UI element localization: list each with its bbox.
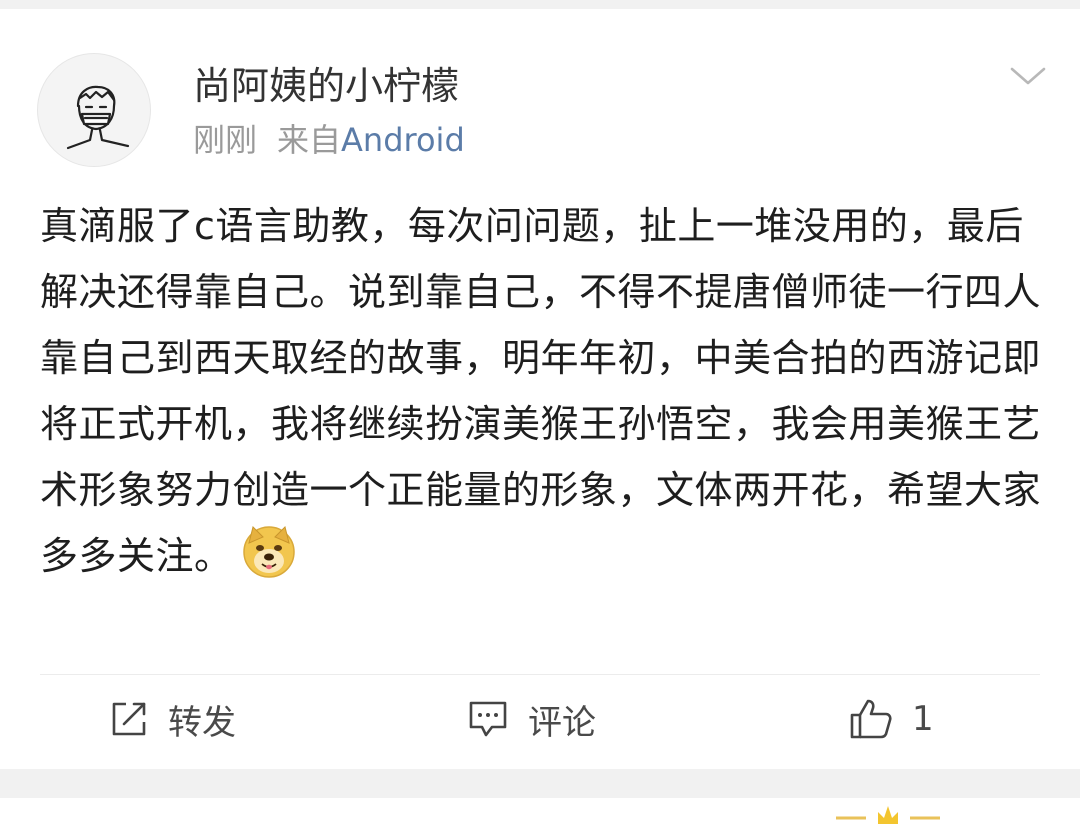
avatar-sketch-icon: [66, 85, 130, 150]
comment-icon: [469, 701, 507, 737]
repost-label: 转发: [168, 702, 236, 743]
next-post-card: [0, 798, 1080, 826]
comment-button[interactable]: 评论: [466, 695, 596, 743]
source-device[interactable]: Android: [341, 121, 465, 159]
post-meta: 刚刚 来自Android: [193, 120, 465, 160]
crown-badge-icon: [836, 806, 940, 824]
source-prefix: 来自: [277, 121, 342, 159]
post-time: 刚刚: [193, 121, 258, 159]
post-body: 真滴服了c语言助教，每次问问题，扯上一堆没用的，最后解决还得靠自己。说到靠自己，…: [40, 204, 1042, 578]
repost-icon: [112, 702, 146, 736]
chevron-down-icon[interactable]: [1006, 61, 1050, 91]
like-count: 1: [912, 699, 934, 739]
like-button[interactable]: 1: [848, 695, 934, 743]
username[interactable]: 尚阿姨的小柠檬: [193, 63, 459, 109]
post-card: 尚阿姨的小柠檬 刚刚 来自Android 真滴服了c语言助教，每次问问题，扯上一堆…: [0, 9, 1080, 769]
avatar[interactable]: [37, 53, 151, 167]
repost-button[interactable]: 转发: [108, 695, 236, 743]
post-text: 真滴服了c语言助教，每次问问题，扯上一堆没用的，最后解决还得靠自己。说到靠自己，…: [40, 193, 1044, 589]
thumbs-up-icon: [850, 699, 892, 739]
divider: [40, 674, 1040, 675]
comment-label: 评论: [528, 702, 596, 743]
doge-emoji: [242, 526, 295, 578]
